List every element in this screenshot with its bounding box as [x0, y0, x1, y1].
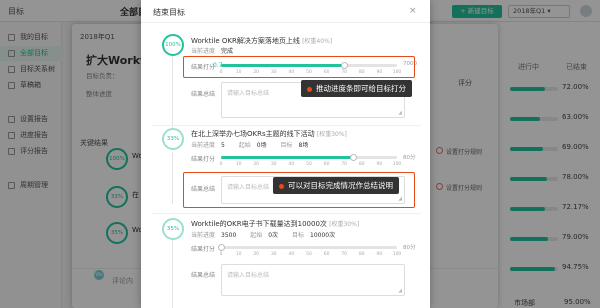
score-tick: 90	[376, 252, 383, 257]
score-tick: 0	[219, 162, 223, 167]
key-result-meta: 当前进度 5 起始 0场 目标 8场	[191, 142, 309, 149]
score-tick: 10	[235, 162, 242, 167]
score-tick: 100	[392, 162, 402, 167]
score-tick: 80	[358, 252, 365, 257]
modal-title: 结束目标	[153, 8, 185, 17]
progress-ring: 35%	[162, 218, 184, 240]
summary-label: 结果总结	[191, 91, 216, 98]
score-tick: 60	[323, 162, 330, 167]
score-slider[interactable]	[221, 154, 397, 161]
resize-handle-icon[interactable]: ◢	[398, 110, 402, 116]
timeline-line	[172, 56, 173, 128]
score-slider-fill	[221, 156, 353, 159]
score-label: 结果打分	[191, 246, 216, 253]
score-tick: 40	[288, 252, 295, 257]
score-tick: 60	[323, 252, 330, 257]
score-tick: 30	[270, 252, 277, 257]
callout-summary-tip: 可以对目标完成情况作总结说明	[273, 177, 399, 194]
score-tick: 0	[219, 252, 223, 257]
key-result-meta: 当前进度 完成	[191, 48, 234, 55]
score-tick: 20	[253, 162, 260, 167]
score-slider-knob[interactable]	[217, 244, 225, 251]
score-max: 80分	[403, 245, 416, 251]
score-tick: 40	[288, 162, 295, 167]
key-result-weight: [权重40%]	[302, 38, 333, 45]
progress-ring: 33%	[162, 128, 184, 150]
highlight-box	[183, 56, 415, 78]
score-tick: 50	[306, 252, 312, 257]
summary-placeholder: 请输入目标总结	[227, 272, 270, 279]
end-goal-modal: 结束目标 × 100% Worktile OKR解决方案落地页上线 [权重40%…	[141, 0, 430, 308]
score-tick: 20	[253, 252, 260, 257]
score-tick: 100	[392, 252, 402, 257]
score-tick: 50	[306, 162, 312, 167]
score-tick: 10	[235, 252, 242, 257]
key-result-weight: [权重30%]	[329, 221, 360, 228]
summary-placeholder: 请输入目标总结	[227, 90, 270, 97]
resize-handle-icon[interactable]: ◢	[398, 288, 402, 294]
score-ticks: 0 10 20 30 40 50 60 70 80 90 100	[219, 162, 402, 169]
timeline-line	[172, 240, 173, 308]
score-tick: 70	[341, 162, 348, 167]
progress-ring: 100%	[162, 34, 184, 56]
score-slider[interactable]	[217, 244, 397, 251]
key-result-meta: 当前进度 3500 起始 0次 目标 10000次	[191, 232, 336, 239]
score-ticks: 0 10 20 30 40 50 60 70 80 90 100	[219, 252, 402, 259]
summary-textarea[interactable]: 请输入目标总结 ◢	[221, 264, 405, 296]
summary-label: 结果总结	[191, 272, 216, 279]
key-result-title: 在北上深举办七场OKRs主题的线下活动 [权重30%]	[191, 130, 347, 138]
key-result-weight: [权重30%]	[316, 131, 347, 138]
timeline-line	[172, 152, 173, 204]
score-tick: 70	[341, 252, 348, 257]
score-tick: 80	[358, 162, 365, 167]
key-result-title: Worktile OKR解决方案落地页上线 [权重40%]	[191, 37, 333, 45]
key-result-title: Worktile的OKR电子书下载量达到10000次 [权重30%]	[191, 220, 360, 228]
score-max: 80分	[403, 155, 416, 161]
score-label: 结果打分	[191, 156, 216, 163]
modal-header: 结束目标 ×	[141, 0, 430, 23]
close-icon[interactable]: ×	[409, 6, 417, 16]
score-slider-knob[interactable]	[349, 154, 357, 161]
score-tick: 30	[270, 162, 277, 167]
callout-slider-tip: 推动进度条即可给目标打分	[301, 80, 412, 97]
score-tick: 90	[376, 162, 383, 167]
divider	[151, 125, 421, 126]
divider	[151, 213, 421, 214]
